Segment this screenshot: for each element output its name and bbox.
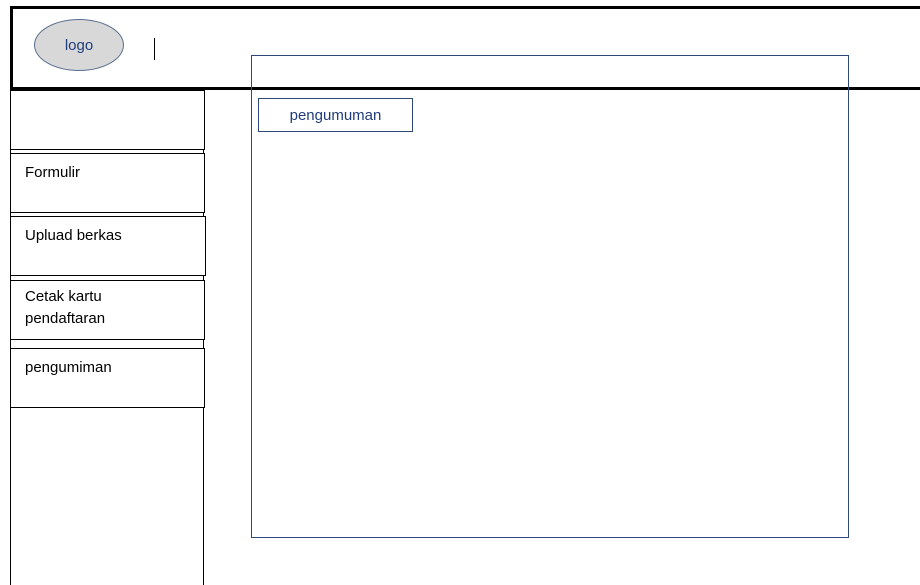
sidebar-item-label: Cetak kartu pendaftaran [25, 288, 106, 327]
sidebar-item-label: Formulir [25, 164, 80, 181]
announcement-tab-label: pengumuman [289, 106, 382, 124]
announcement-tab[interactable]: pengumuman [258, 98, 413, 132]
sidebar-item-label: Upluad berkas [25, 227, 122, 244]
logo[interactable]: logo [34, 19, 124, 71]
page: logo pengumuman Formulir Upluad berkas C… [0, 0, 920, 585]
sidebar-item-formulir[interactable]: Formulir [10, 153, 205, 213]
text-cursor [154, 38, 155, 60]
sidebar-item-label: pengumiman [25, 359, 112, 376]
header-top-border [10, 6, 920, 9]
logo-label: logo [64, 36, 94, 54]
sidebar-item-pengumiman[interactable]: pengumiman [10, 348, 205, 408]
header-left-border [10, 6, 13, 90]
sidebar-item-cetak-kartu[interactable]: Cetak kartu pendaftaran [10, 280, 205, 340]
sidebar-item-upload-berkas[interactable]: Upluad berkas [10, 216, 206, 276]
sidebar-item-blank[interactable] [10, 90, 205, 150]
